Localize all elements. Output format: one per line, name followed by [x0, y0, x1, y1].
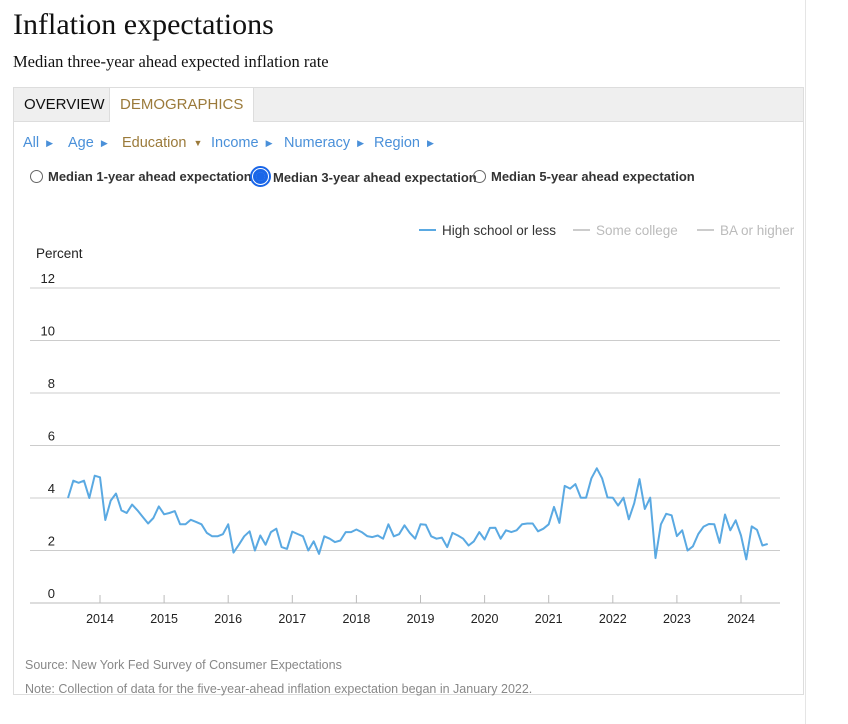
y-tick-label: 8	[48, 376, 55, 391]
x-tick-label: 2022	[599, 612, 627, 626]
y-tick-label: 0	[48, 586, 55, 601]
y-tick-label: 6	[48, 429, 55, 444]
y-tick-label: 10	[41, 324, 55, 339]
x-tick-label: 2024	[727, 612, 755, 626]
x-tick-label: 2020	[471, 612, 499, 626]
x-tick-label: 2019	[407, 612, 435, 626]
x-tick-label: 2018	[342, 612, 370, 626]
x-tick-label: 2015	[150, 612, 178, 626]
series-line-high-school-or-less	[67, 467, 768, 561]
y-tick-label: 2	[48, 534, 55, 549]
y-tick-label: 12	[41, 271, 55, 286]
x-tick-label: 2023	[663, 612, 691, 626]
x-tick-label: 2016	[214, 612, 242, 626]
y-axis-label: Percent	[36, 246, 83, 261]
x-tick-label: 2014	[86, 612, 114, 626]
x-tick-label: 2021	[535, 612, 563, 626]
y-tick-label: 4	[48, 481, 55, 496]
line-chart: Percent 0 2 4 6 8 10 12 2014 2015 2016 2017 2018 2019…	[30, 246, 780, 626]
x-tick-label: 2017	[278, 612, 306, 626]
